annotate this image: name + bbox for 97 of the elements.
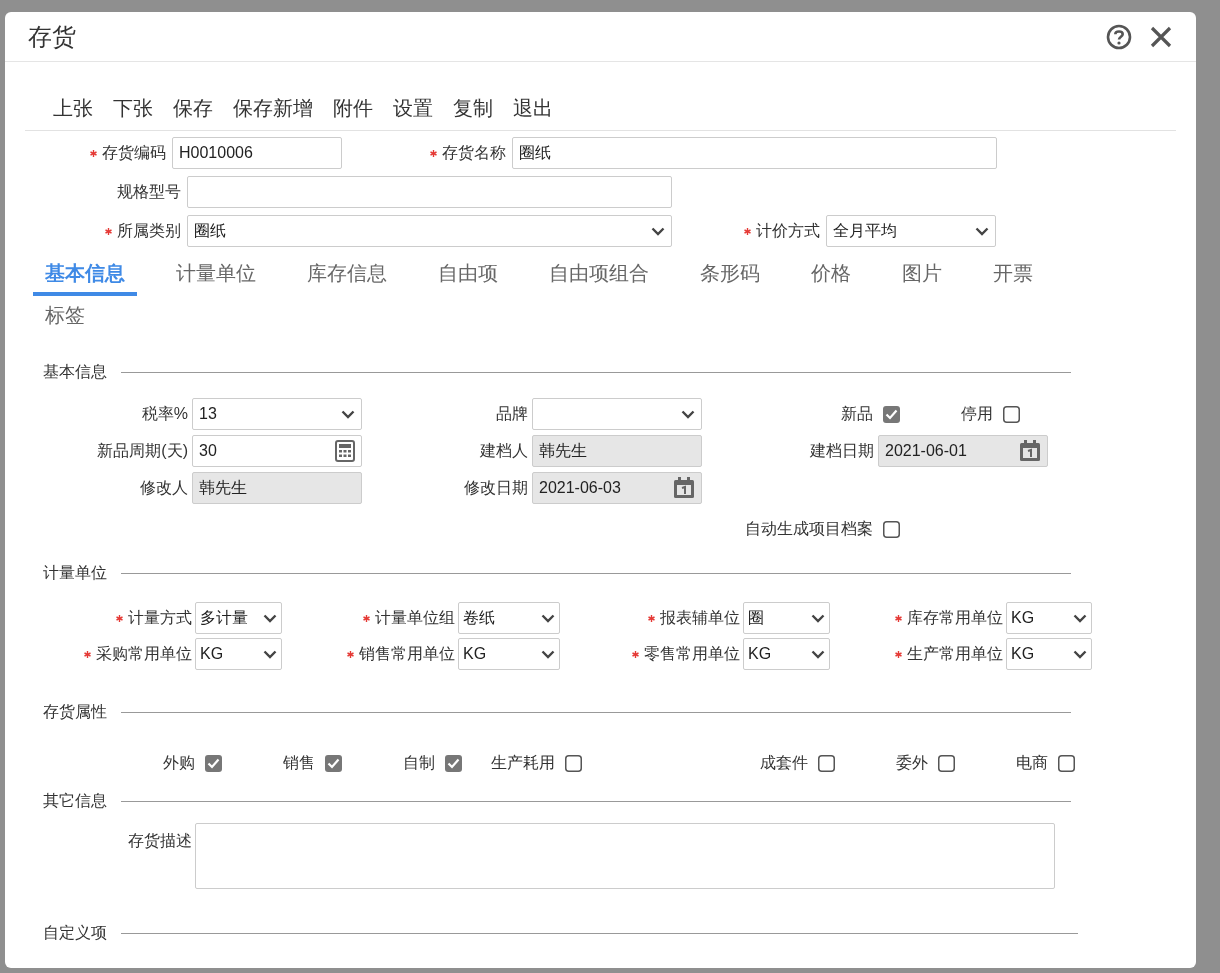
tab[interactable]: 图片	[890, 254, 954, 296]
section-title: 基本信息	[43, 362, 108, 382]
field-label: 生产常用单位	[907, 644, 1003, 664]
tab[interactable]: 条形码	[688, 254, 772, 296]
checkbox[interactable]	[445, 754, 462, 772]
dropdown[interactable]: 圈	[743, 602, 830, 634]
dropdown[interactable]: KG	[195, 638, 282, 670]
calendar-icon	[673, 477, 695, 499]
tab[interactable]: 自由项组合	[537, 254, 661, 296]
field-label: 税率%	[141, 404, 188, 424]
checkbox[interactable]	[883, 520, 900, 538]
field-label: 新品周期(天)	[97, 441, 188, 461]
calendar-icon	[1019, 440, 1041, 462]
chevron-down-icon	[263, 613, 277, 623]
checkbox[interactable]	[325, 754, 342, 772]
dropdown[interactable]: KG	[1006, 638, 1092, 670]
checkbox[interactable]	[818, 754, 835, 772]
chevron-down-icon	[541, 649, 555, 659]
close-icon[interactable]	[1150, 25, 1172, 48]
field-label: 建档日期	[810, 441, 874, 461]
chevron-down-icon	[811, 613, 825, 623]
checkbox[interactable]	[565, 754, 582, 772]
tab[interactable]: 自由项	[426, 254, 510, 296]
checkbox-label: 外购	[163, 753, 195, 773]
field-label: 采购常用单位	[96, 644, 192, 664]
help-icon[interactable]	[1106, 23, 1132, 50]
checkbox[interactable]	[205, 754, 222, 772]
dropdown[interactable]: KG	[1006, 602, 1092, 634]
chevron-down-icon	[341, 409, 355, 419]
chevron-down-icon	[681, 409, 695, 419]
checkbox-label: 新品	[841, 404, 873, 424]
toolbar-button[interactable]: 保存新增	[233, 90, 313, 126]
text-field[interactable]: 圈纸	[512, 137, 997, 169]
dropdown[interactable]: 13	[192, 398, 362, 430]
toolbar-button[interactable]: 复制	[453, 90, 493, 126]
checkbox-label: 自制	[403, 753, 435, 773]
field-label: 计价方式	[756, 221, 820, 241]
dropdown[interactable]: 圈纸	[187, 215, 672, 247]
field-label: 修改日期	[464, 478, 528, 498]
field-label: 修改人	[140, 478, 188, 498]
toolbar-button[interactable]: 退出	[513, 90, 553, 126]
field-label: 建档人	[480, 441, 528, 461]
field-label: 计量方式	[128, 608, 192, 628]
number-field[interactable]: 30	[192, 435, 362, 467]
tab[interactable]: 价格	[799, 254, 863, 296]
dropdown[interactable]: KG	[743, 638, 830, 670]
toolbar-button[interactable]: 保存	[173, 90, 213, 126]
checkbox-label: 停用	[961, 404, 993, 424]
tab[interactable]: 基本信息	[33, 254, 137, 296]
field-label: 规格型号	[117, 182, 181, 202]
dropdown[interactable]: 全月平均	[826, 215, 996, 247]
toolbar-button[interactable]: 上张	[53, 90, 93, 126]
toolbar-button[interactable]: 设置	[393, 90, 433, 126]
calculator-icon	[335, 440, 355, 462]
field-label: 库存常用单位	[907, 608, 1003, 628]
tab[interactable]: 开票	[981, 254, 1045, 296]
dropdown[interactable]: 多计量	[195, 602, 282, 634]
field-label: 所属类别	[117, 221, 181, 241]
dropdown[interactable]: 卷纸	[458, 602, 560, 634]
tab[interactable]: 标签	[33, 296, 97, 338]
chevron-down-icon	[651, 226, 665, 236]
tab[interactable]: 计量单位	[164, 254, 268, 296]
field-label: 计量单位组	[375, 608, 455, 628]
chevron-down-icon	[541, 613, 555, 623]
field-label: 品牌	[496, 404, 528, 424]
checkbox[interactable]	[1058, 754, 1075, 772]
section-title: 其它信息	[43, 791, 108, 811]
checkbox[interactable]	[938, 754, 955, 772]
checkbox[interactable]	[883, 405, 900, 423]
chevron-down-icon	[1073, 649, 1087, 659]
tab[interactable]: 库存信息	[295, 254, 399, 296]
chevron-down-icon	[1073, 613, 1087, 623]
checkbox-label: 销售	[283, 753, 315, 773]
checkbox-label: 生产耗用	[491, 753, 555, 773]
text-field[interactable]	[187, 176, 672, 208]
section-title: 计量单位	[43, 563, 108, 583]
toolbar-button[interactable]: 下张	[113, 90, 153, 126]
chevron-down-icon	[811, 649, 825, 659]
section-title: 存货属性	[43, 702, 108, 722]
checkbox-label: 委外	[896, 753, 928, 773]
field-label: 报表辅单位	[660, 608, 740, 628]
chevron-down-icon	[975, 226, 989, 236]
checkbox-label: 自动生成项目档案	[745, 519, 873, 539]
field-label: 零售常用单位	[644, 644, 740, 664]
checkbox-label: 电商	[1016, 753, 1048, 773]
field-label: 存货名称	[442, 143, 506, 163]
checkbox[interactable]	[1003, 405, 1020, 423]
window-title: 存货	[28, 21, 76, 52]
section-title: 自定义项	[43, 923, 108, 943]
toolbar-button[interactable]: 附件	[333, 90, 373, 126]
field-label: 存货描述	[128, 831, 192, 851]
checkbox-label: 成套件	[760, 753, 808, 773]
chevron-down-icon	[263, 649, 277, 659]
field-label: 存货编码	[102, 143, 166, 163]
text-field[interactable]: H0010006	[172, 137, 342, 169]
field-label: 销售常用单位	[359, 644, 455, 664]
dropdown[interactable]: KG	[458, 638, 560, 670]
